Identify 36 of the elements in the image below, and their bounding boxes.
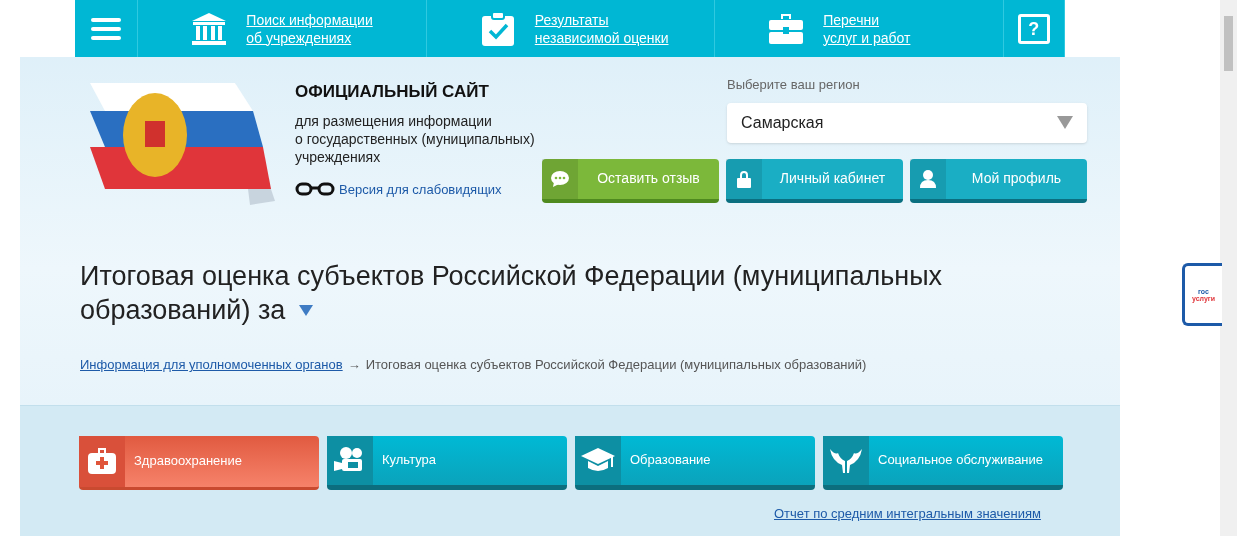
medical-kit-icon xyxy=(88,448,116,474)
category-tab[interactable]: Социальное обслуживание xyxy=(823,435,1063,490)
page-title-line: Итоговая оценка субъектов Российской Федерации (муниципальных xyxy=(80,260,943,293)
accessibility-link[interactable]: Версия для слабовидящих xyxy=(339,179,502,199)
scrollbar[interactable] xyxy=(1220,0,1237,536)
site-title: ОФИЦИАЛЬНЫЙ САЙТ xyxy=(295,81,490,103)
region-label: Выберите ваш регион xyxy=(727,76,861,94)
help-button[interactable]: ? xyxy=(1017,13,1050,44)
header-button[interactable]: Мой профиль xyxy=(910,158,1087,203)
menu-button[interactable] xyxy=(91,17,122,40)
header-button[interactable]: Оставить отзыв xyxy=(542,158,719,203)
breadcrumb-current: Итоговая оценка субъектов Российской Федерации (муниципальных образований) xyxy=(365,356,867,374)
region-select[interactable]: Самарская xyxy=(727,102,1087,143)
user-icon xyxy=(920,169,936,188)
lock-icon xyxy=(737,169,751,188)
category-tab[interactable]: Образование xyxy=(575,435,815,490)
dropdown-arrow-icon[interactable] xyxy=(299,304,314,316)
briefcase-icon xyxy=(769,13,804,44)
report-link[interactable]: Отчет по средним интегральным значениям xyxy=(774,503,1041,523)
category-tab[interactable]: Культура xyxy=(327,435,567,490)
site-subtitle: для размещения информации о государственных (муниципальных) учреждениях xyxy=(295,111,535,166)
glasses-icon xyxy=(295,182,335,197)
page-title-line: образований) за xyxy=(80,294,286,327)
clipboard-check-icon xyxy=(480,11,515,46)
nav-link[interactable]: Результаты независимой оценки xyxy=(534,10,669,47)
building-icon xyxy=(192,12,227,45)
nav-link[interactable]: Поиск информации об учреждениях xyxy=(246,10,373,47)
dropdown-arrow-icon xyxy=(1057,116,1073,129)
category-tab[interactable]: Здравоохранение xyxy=(79,435,319,490)
breadcrumb-separator: → xyxy=(347,356,361,374)
breadcrumb-link[interactable]: Информация для уполномоченных органов xyxy=(80,355,343,375)
speech-bubble-icon xyxy=(551,170,569,187)
header-button[interactable]: Личный кабинет xyxy=(726,158,903,203)
hands-icon xyxy=(830,447,862,473)
graduation-cap-icon xyxy=(581,448,615,472)
nav-link[interactable]: Перечни услуг и работ xyxy=(823,10,911,47)
